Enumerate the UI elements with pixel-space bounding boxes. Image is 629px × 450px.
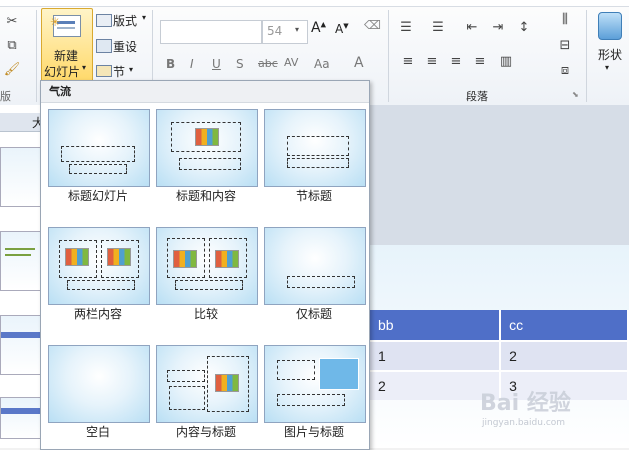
justify-icon[interactable]: ≡ (470, 54, 490, 69)
picture-placeholder-icon (319, 358, 359, 390)
chevron-down-icon: ▾ (295, 25, 300, 34)
char-spacing-button[interactable]: AV (284, 56, 298, 69)
font-color-button[interactable]: A (354, 55, 364, 71)
align-right-icon[interactable]: ≡ (446, 54, 466, 69)
shapes-icon (598, 12, 622, 40)
underline-button[interactable]: U (212, 57, 221, 71)
format-painter-icon[interactable]: 🖌 (2, 62, 22, 77)
layout-thumb-content-with-caption[interactable] (156, 345, 258, 423)
content-placeholder-icon (173, 250, 197, 268)
group-separator (388, 10, 389, 102)
align-center-icon[interactable]: ≡ (422, 54, 442, 69)
chevron-down-icon[interactable]: ▾ (142, 13, 146, 22)
chevron-down-icon[interactable]: ▾ (605, 63, 609, 72)
slide-thumbnail[interactable] (0, 147, 44, 207)
smartart-icon[interactable]: ⧈ (555, 63, 575, 78)
layout-label[interactable]: 空白 (40, 423, 156, 440)
reset-icon (96, 39, 112, 53)
table-header-cell[interactable]: cc (500, 310, 629, 341)
content-placeholder-icon (65, 248, 89, 266)
table-cell[interactable]: 1 (370, 340, 502, 371)
chevron-down-icon[interactable]: ▾ (129, 65, 133, 74)
align-text-icon[interactable]: ⊟ (555, 38, 575, 53)
layout-button[interactable]: 版式 (113, 12, 137, 29)
layout-gallery-dropdown: 气流 标题幻灯片 标题和内容 节标题 两栏内容 比较 仅标题 空白 内容与标题 … (40, 80, 370, 450)
bullets-icon[interactable]: ☰ (396, 20, 416, 35)
slide-thumbnail[interactable] (0, 397, 44, 439)
strikethrough-button[interactable]: abc (258, 57, 278, 70)
columns-icon[interactable]: ▥ (496, 54, 516, 69)
line-spacing-icon[interactable]: ↕ (514, 20, 534, 35)
layout-label[interactable]: 两栏内容 (40, 305, 156, 322)
section-icon (96, 65, 112, 77)
reset-button[interactable]: 重设 (113, 38, 137, 55)
table-header-cell[interactable]: bb (370, 310, 502, 341)
section-button[interactable]: 节 (113, 63, 125, 80)
layout-thumb-picture-with-caption[interactable] (264, 345, 366, 423)
layout-label[interactable]: 图片与标题 (256, 423, 372, 440)
sparkle-icon: ✳ (50, 15, 61, 29)
decrease-indent-icon[interactable]: ⇤ (462, 20, 482, 35)
layout-label[interactable]: 标题和内容 (148, 187, 264, 204)
slide-thumbnail[interactable] (0, 231, 44, 291)
layout-icon (96, 14, 112, 27)
change-case-button[interactable]: Aa (314, 57, 330, 71)
font-size-value: 54 (267, 24, 283, 38)
layout-thumb-title-slide[interactable] (48, 109, 150, 187)
slide-thumbnail[interactable] (0, 315, 44, 375)
align-left-icon[interactable]: ≡ (398, 54, 418, 69)
slide-thumbnail-pane[interactable]: 大 (0, 105, 45, 448)
font-name-input[interactable] (160, 20, 262, 44)
scissors-icon[interactable]: ✂ (2, 14, 22, 29)
layout-thumb-two-content[interactable] (48, 227, 150, 305)
increase-indent-icon[interactable]: ⇥ (488, 20, 508, 35)
new-slide-label-top: 新建 (54, 49, 79, 63)
layout-label[interactable]: 仅标题 (256, 305, 372, 322)
shapes-button[interactable]: 形状 (598, 46, 622, 63)
copy-icon[interactable]: ⧉ (2, 38, 22, 53)
gallery-theme-title: 气流 (41, 81, 369, 103)
chevron-down-icon[interactable]: ▾ (82, 63, 86, 72)
content-placeholder-icon (195, 128, 219, 146)
layout-thumb-comparison[interactable] (156, 227, 258, 305)
bold-button[interactable]: B (166, 57, 175, 71)
ribbon-top-border (0, 0, 629, 7)
layout-label[interactable]: 节标题 (256, 187, 372, 204)
table-cell[interactable]: 2 (500, 340, 629, 371)
content-placeholder-icon (107, 248, 131, 266)
font-size-input[interactable]: 54 ▾ (262, 20, 308, 44)
pane-tab-bar: 大 (0, 113, 44, 132)
text-direction-icon[interactable]: ⫼ (555, 12, 575, 27)
shrink-font-icon[interactable]: A▼ (335, 22, 349, 36)
clipboard-group-label: 版 (0, 90, 11, 103)
dialog-launcher-icon[interactable]: ⬊ (572, 90, 579, 99)
layout-label[interactable]: 标题幻灯片 (40, 187, 156, 204)
layout-thumb-section-header[interactable] (264, 109, 366, 187)
numbering-icon[interactable]: ☰ (428, 20, 448, 35)
grow-font-icon[interactable]: A▲ (311, 20, 326, 36)
group-separator (36, 10, 37, 102)
paragraph-group-label: 段落 (466, 90, 488, 103)
group-separator (586, 10, 587, 102)
layout-label[interactable]: 内容与标题 (148, 423, 264, 440)
layout-thumb-blank[interactable] (48, 345, 150, 423)
layout-thumb-title-content[interactable] (156, 109, 258, 187)
layout-thumb-title-only[interactable] (264, 227, 366, 305)
baidu-watermark: Bai 经验 (480, 391, 571, 416)
new-slide-label-bottom: 幻灯片 (44, 65, 81, 79)
shadow-button[interactable]: S (236, 57, 244, 71)
italic-button[interactable]: I (190, 57, 194, 71)
clear-format-icon[interactable]: ⌫ (364, 18, 381, 32)
content-placeholder-icon (215, 250, 239, 268)
baidu-watermark-url: jingyan.baidu.com (482, 418, 566, 428)
content-placeholder-icon (215, 374, 239, 392)
new-slide-button[interactable]: ✳ 新建 幻灯片 ▾ (41, 8, 93, 82)
layout-label[interactable]: 比较 (148, 305, 264, 322)
